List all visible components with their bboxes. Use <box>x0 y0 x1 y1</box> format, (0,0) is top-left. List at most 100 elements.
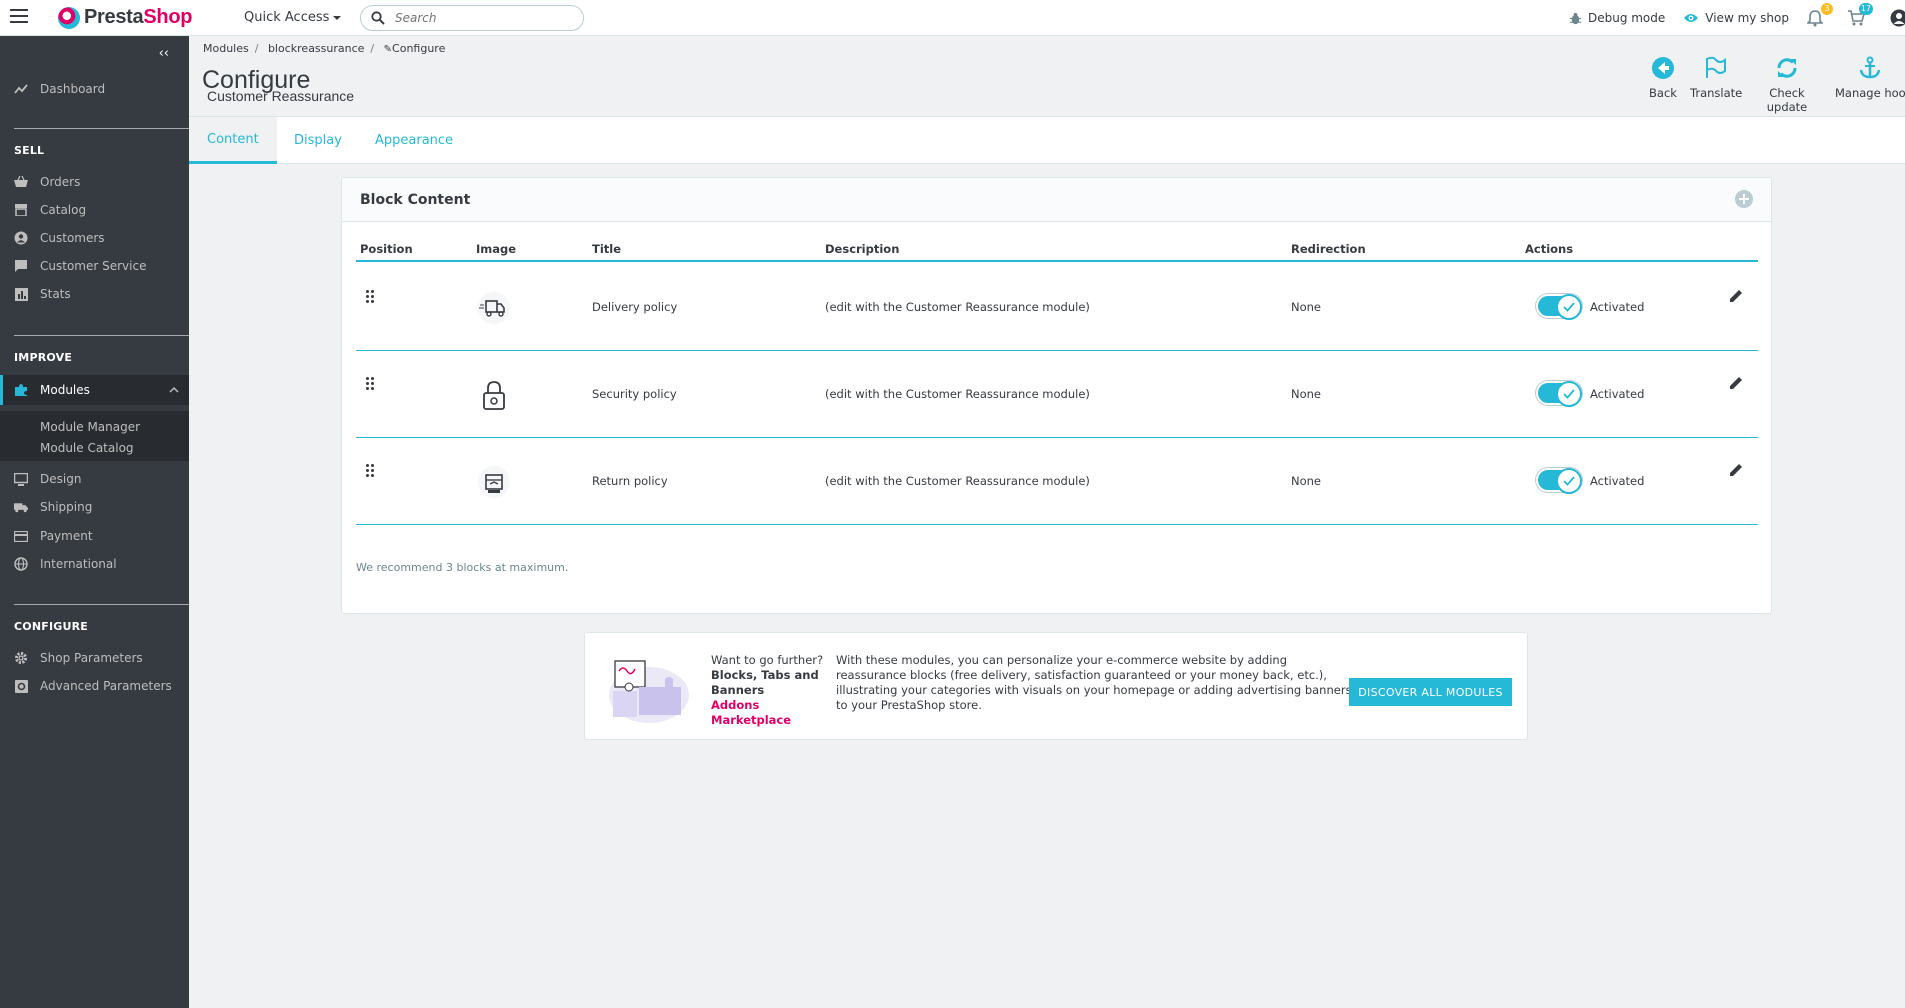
addons-promo: Want to go further? Blocks, Tabs and Ban… <box>711 653 841 728</box>
sidebar-item-label: Customer Service <box>40 259 147 273</box>
store-icon <box>14 203 28 217</box>
edit-pencil-icon[interactable] <box>1728 288 1744 307</box>
table-row: Delivery policy (edit with the Customer … <box>356 264 1758 351</box>
notifications-button[interactable]: 3 <box>1806 3 1833 27</box>
trending-up-icon <box>14 82 28 96</box>
breadcrumb-item-configure: Configure <box>392 42 446 55</box>
gear-icon <box>14 651 28 665</box>
modules-submenu: Module Manager Module Catalog <box>0 411 189 461</box>
block-content-panel: Block Content + Position Image Title Des… <box>341 177 1772 614</box>
check-update-button[interactable]: Check update <box>1750 56 1824 114</box>
want-further-text: Want to go further? <box>711 653 824 667</box>
status-toggle[interactable] <box>1536 381 1582 407</box>
sidebar-item-label: Catalog <box>40 203 87 217</box>
sidebar-item-stats[interactable]: Stats <box>0 281 189 307</box>
addons-marketplace-link[interactable]: Addons Marketplace <box>711 698 791 727</box>
tab-appearance[interactable]: Appearance <box>357 117 471 164</box>
sidebar-item-catalog[interactable]: Catalog <box>0 197 189 223</box>
puzzle-icon <box>14 383 28 397</box>
account-circle-icon <box>14 231 28 245</box>
logo-text-presta: Presta <box>84 6 144 28</box>
chevron-up-icon <box>169 383 179 397</box>
row-redirection: None <box>1291 387 1322 401</box>
edit-pencil-icon[interactable] <box>1728 375 1744 394</box>
bell-icon <box>1806 10 1824 27</box>
wrench-icon: ✎ <box>383 44 393 55</box>
search-input[interactable] <box>395 11 565 25</box>
user-avatar[interactable] <box>1890 9 1905 27</box>
manage-hooks-label: Manage hooks <box>1835 86 1905 100</box>
panel-title: Block Content <box>360 191 471 208</box>
manage-hooks-button[interactable]: Manage hooks <box>1835 56 1905 100</box>
drag-handle-icon[interactable] <box>366 464 376 480</box>
debug-mode-link[interactable]: Debug mode <box>1569 11 1665 25</box>
refresh-icon <box>1777 58 1797 78</box>
row-description: (edit with the Customer Reassurance modu… <box>825 387 1090 401</box>
page-subtitle: Customer Reassurance <box>207 88 355 104</box>
back-label: Back <box>1649 86 1677 100</box>
prestashop-logo[interactable]: PrestaShop <box>58 6 192 29</box>
sidebar-item-label: Dashboard <box>40 82 106 96</box>
sidebar-item-dashboard[interactable]: Dashboard <box>0 76 189 102</box>
basket-icon <box>14 175 28 189</box>
notifications-badge: 3 <box>1821 3 1833 15</box>
add-block-icon[interactable]: + <box>1735 190 1753 208</box>
sidebar-item-modules[interactable]: Modules <box>0 375 189 405</box>
column-header-description: Description <box>825 242 900 256</box>
row-title: Security policy <box>592 387 677 401</box>
tab-display[interactable]: Display <box>276 117 360 164</box>
anchor-icon <box>1859 56 1881 79</box>
search-box[interactable] <box>360 5 584 31</box>
table-header: Position Image Title Description Redirec… <box>356 236 1758 262</box>
status-toggle[interactable] <box>1536 294 1582 320</box>
breadcrumb-item-module[interactable]: blockreassurance <box>268 42 364 55</box>
check-update-label: Check update <box>1766 86 1808 114</box>
sidebar-item-international[interactable]: International <box>0 551 189 577</box>
drag-handle-icon[interactable] <box>366 290 376 306</box>
back-button[interactable]: Back <box>1648 56 1678 100</box>
header-right: Debug mode View my shop 3 17 <box>1569 0 1905 36</box>
user-icon <box>1890 9 1905 27</box>
quick-access-dropdown[interactable]: Quick Access <box>244 10 342 25</box>
sidebar-item-shop-parameters[interactable]: Shop Parameters <box>0 645 189 671</box>
row-title: Delivery policy <box>592 300 678 314</box>
view-my-shop-link[interactable]: View my shop <box>1683 11 1789 25</box>
top-header: PrestaShop Quick Access Debug mode View … <box>0 0 1905 36</box>
row-redirection: None <box>1291 474 1322 488</box>
sidebar-item-shipping[interactable]: Shipping <box>0 494 189 520</box>
status-toggle[interactable] <box>1536 468 1582 494</box>
discover-all-modules-button[interactable]: DISCOVER ALL MODULES <box>1349 678 1512 706</box>
sidebar-item-customer-service[interactable]: Customer Service <box>0 253 189 279</box>
tab-label: Display <box>294 133 342 148</box>
globe-icon <box>14 557 28 571</box>
orders-button[interactable]: 17 <box>1847 3 1873 27</box>
tab-content[interactable]: Content <box>189 117 277 164</box>
breadcrumb-item-modules[interactable]: Modules <box>203 42 249 55</box>
submenu-item-module-manager[interactable]: Module Manager <box>40 420 140 434</box>
lock-icon <box>476 377 512 413</box>
collapse-sidebar-icon[interactable]: ‹‹ <box>159 46 169 61</box>
column-header-title: Title <box>592 242 622 256</box>
check-icon <box>1556 468 1582 494</box>
submenu-item-module-catalog[interactable]: Module Catalog <box>40 441 134 455</box>
menu-toggle-icon[interactable] <box>10 9 28 23</box>
edit-pencil-icon[interactable] <box>1728 462 1744 481</box>
sidebar-divider <box>14 604 189 605</box>
sidebar-item-payment[interactable]: Payment <box>0 523 189 549</box>
sidebar-item-label: Orders <box>40 175 81 189</box>
column-header-redirection: Redirection <box>1291 242 1366 256</box>
sidebar-item-design[interactable]: Design <box>0 466 189 492</box>
caret-down-icon <box>333 15 342 20</box>
row-title: Return policy <box>592 474 668 488</box>
flag-icon <box>1706 56 1726 78</box>
puzzle-illustration-icon <box>603 651 691 725</box>
sidebar-item-orders[interactable]: Orders <box>0 169 189 195</box>
sidebar-item-label: Modules <box>40 383 90 397</box>
breadcrumb-separator: / <box>254 42 259 55</box>
translate-button[interactable]: Translate <box>1690 56 1742 100</box>
sidebar-item-advanced-parameters[interactable]: Advanced Parameters <box>0 673 189 699</box>
tab-label: Content <box>207 131 259 147</box>
drag-handle-icon[interactable] <box>366 377 376 393</box>
sidebar-item-customers[interactable]: Customers <box>0 225 189 251</box>
row-description: (edit with the Customer Reassurance modu… <box>825 474 1090 488</box>
